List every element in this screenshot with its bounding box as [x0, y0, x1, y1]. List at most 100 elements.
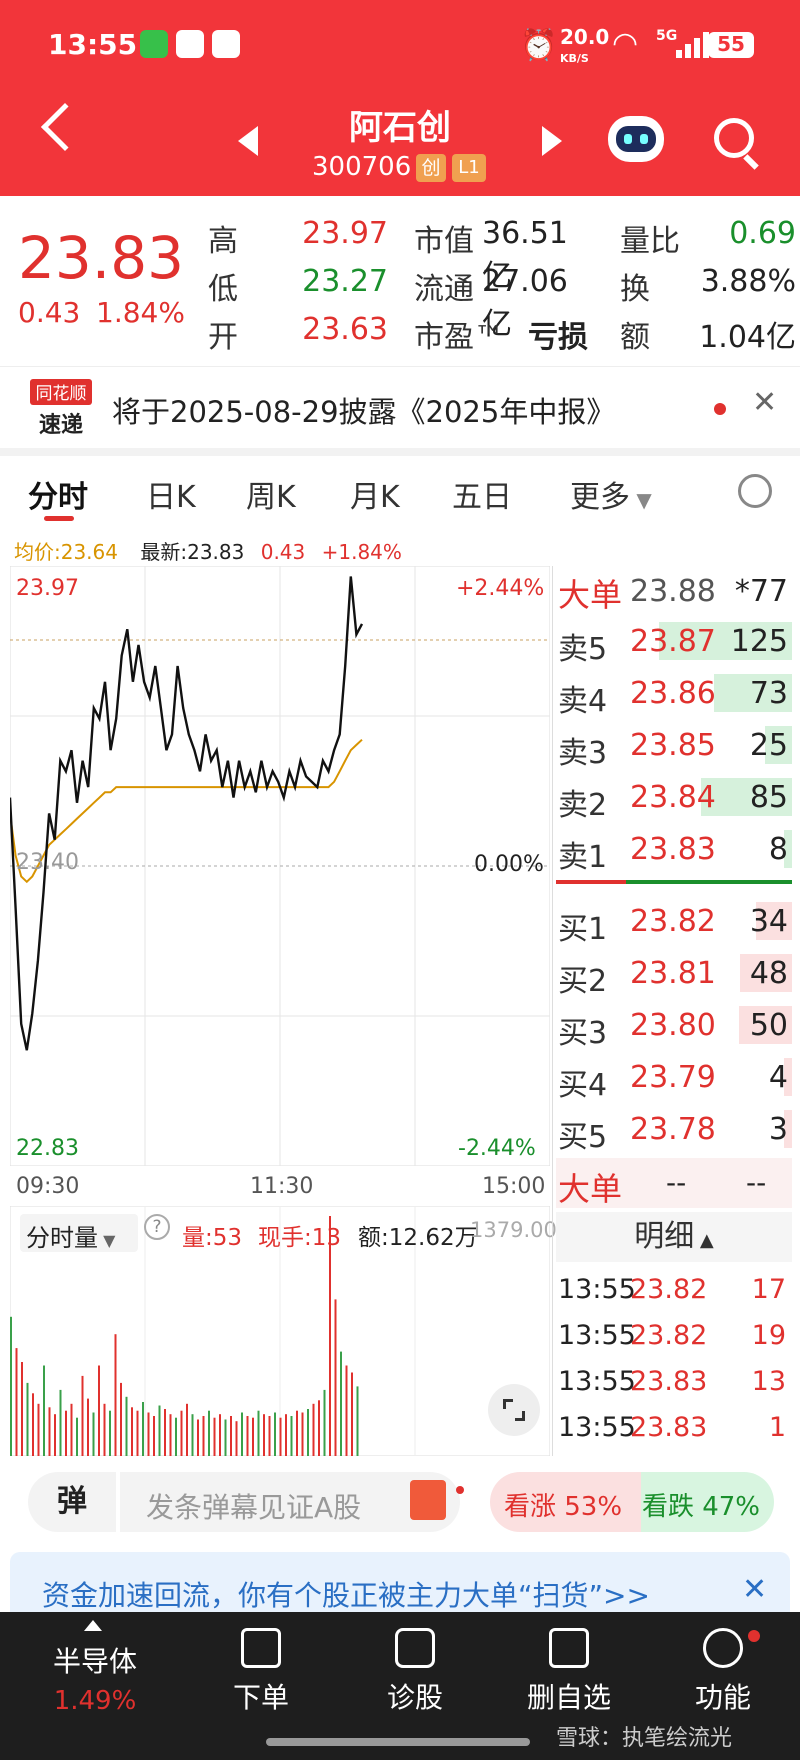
menu-icon	[703, 1628, 743, 1668]
order-icon	[241, 1628, 281, 1668]
latest-pct-legend: +1.84%	[321, 540, 402, 564]
high-value: 23.97	[302, 216, 388, 251]
volume-bar	[92, 1412, 95, 1456]
divider	[0, 448, 800, 456]
order-price: 23.81	[630, 956, 716, 991]
volume-bar	[87, 1398, 89, 1456]
tick-time: 13:55	[558, 1274, 636, 1305]
price-change-pct: 1.84%	[96, 296, 185, 329]
volume-bar	[70, 1403, 73, 1456]
nav-diagnose[interactable]: 诊股	[350, 1628, 480, 1716]
diagnose-icon	[395, 1628, 435, 1668]
float-label: 流通	[414, 272, 474, 307]
tick-time: 13:55	[558, 1412, 636, 1443]
fullscreen-icon[interactable]	[488, 1384, 540, 1436]
tick-price: 23.83	[630, 1412, 708, 1443]
tick-qty: 19	[751, 1320, 786, 1351]
signal-icon	[676, 32, 712, 58]
ask-row: 卖4 23.86 73	[556, 668, 792, 719]
mcap-label: 市值	[414, 224, 474, 259]
wifi-icon: ◠	[612, 26, 639, 61]
stock-name: 阿石创	[349, 108, 451, 148]
nav-order[interactable]: 下单	[196, 1628, 326, 1716]
nav-sector[interactable]: 半导体	[30, 1640, 160, 1680]
nav-function[interactable]: 功能	[658, 1628, 788, 1716]
order-label: 卖3	[558, 736, 608, 771]
order-price: 23.83	[630, 832, 716, 867]
volume-bar	[312, 1403, 315, 1456]
amount-label: 额	[620, 320, 650, 355]
tick-price: 23.82	[630, 1320, 708, 1351]
volume-bar	[285, 1414, 287, 1456]
sentiment-vote[interactable]: 看涨 53% 看跌 47%	[490, 1472, 774, 1532]
avg-price-legend: 均价:23.64	[14, 540, 118, 564]
news-banner[interactable]: 同花顺 速递 将于2025-08-29披露《2025年中报》 ✕	[0, 366, 800, 448]
volume-label: 量:53	[182, 1225, 243, 1251]
volume-bar	[213, 1417, 216, 1456]
back-arrow-icon[interactable]	[40, 102, 90, 152]
next-stock-icon[interactable]	[542, 126, 562, 156]
bid-row: 买1 23.82 34	[556, 896, 792, 947]
y-axis-top: 23.97	[16, 576, 79, 601]
tab-monthly-k[interactable]: 月K	[350, 472, 400, 516]
nav-delete-watchlist[interactable]: 删自选	[504, 1628, 634, 1716]
tab-more[interactable]: 更多 ▼	[570, 472, 652, 516]
volume-bar	[10, 1316, 12, 1456]
tab-five-day[interactable]: 五日	[452, 472, 512, 516]
promo-close-icon[interactable]: ✕	[742, 1572, 767, 1607]
order-label: 卖4	[558, 684, 608, 719]
big-order-summary: 大单 -- --	[556, 1158, 792, 1208]
volume-selector[interactable]: 分时量 ▼	[20, 1214, 138, 1252]
current-price: 23.83	[18, 224, 185, 292]
volume-bar	[345, 1365, 348, 1456]
tick-price: 23.82	[630, 1274, 708, 1305]
prev-stock-icon[interactable]	[238, 126, 258, 156]
intraday-price-chart[interactable]	[10, 566, 550, 1166]
latest-price-legend: 最新:23.83	[140, 540, 245, 564]
settings-icon[interactable]	[738, 474, 772, 508]
danmu-icon[interactable]: 弹	[28, 1472, 116, 1532]
volume-bar	[235, 1421, 238, 1456]
turnover-value: 3.88%	[700, 264, 796, 299]
search-icon[interactable]	[714, 118, 754, 158]
volume-bar	[224, 1419, 227, 1456]
volume-bar	[125, 1396, 128, 1456]
volume-bar	[208, 1410, 210, 1456]
y-axis-mid: 23.40	[16, 850, 79, 875]
tab-daily-k[interactable]: 日K	[146, 472, 196, 516]
robot-assistant-icon[interactable]	[608, 116, 664, 162]
pe-value: 亏损	[528, 320, 588, 355]
order-qty: 8	[768, 832, 788, 867]
volume-bar	[158, 1405, 161, 1456]
order-qty: 4	[768, 1060, 788, 1095]
tab-weekly-k[interactable]: 周K	[246, 472, 296, 516]
board-badge: 创	[416, 154, 446, 182]
vote-up-label: 看涨 53%	[504, 1492, 623, 1522]
tab-intraday[interactable]: 分时	[28, 472, 88, 516]
volume-ratio-value: 0.69	[729, 216, 796, 251]
time-axis-mid: 11:30	[250, 1174, 314, 1199]
time-axis-start: 09:30	[16, 1174, 80, 1199]
volume-bar	[246, 1416, 249, 1456]
big-order-row: 大单 23.88 *77	[556, 566, 792, 616]
help-icon[interactable]: ?	[144, 1214, 170, 1240]
volume-bar	[142, 1402, 144, 1456]
volume-amount-label: 额:12.62万	[358, 1225, 478, 1251]
order-label: 买3	[558, 1016, 608, 1051]
tick-row: 13:55 23.82 17	[556, 1268, 792, 1314]
big-order-dash-b: --	[746, 1166, 767, 1199]
gift-icon[interactable]	[410, 1480, 446, 1520]
detail-header[interactable]: 明细 ▲	[556, 1212, 792, 1262]
nav-sector-pct: 1.49%	[53, 1686, 137, 1716]
close-icon[interactable]: ✕	[752, 385, 777, 420]
chart-legend: 均价:23.64 最新:23.83 0.43 +1.84%	[14, 536, 402, 565]
volume-bar	[136, 1410, 139, 1456]
bid-row: 买5 23.78 3	[556, 1104, 792, 1155]
volume-bar	[202, 1416, 205, 1456]
volume-bar	[65, 1410, 67, 1456]
panel-divider	[552, 566, 553, 1456]
order-price: 23.86	[630, 676, 716, 711]
danmu-input[interactable]: 发条弹幕见证A股	[120, 1472, 460, 1532]
volume-bar	[318, 1400, 320, 1456]
order-price: 23.84	[630, 780, 716, 815]
